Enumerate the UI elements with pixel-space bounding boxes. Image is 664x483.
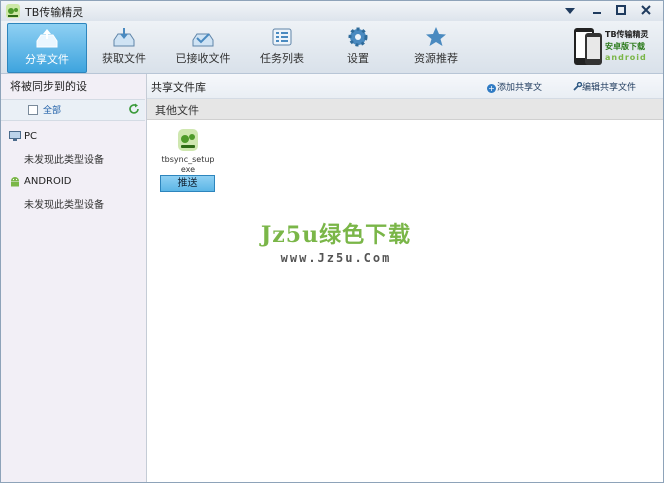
app-window: TB传输精灵 分享文件 获取文件 已接收文件 任务列表 设置 资源推荐 TB传输… xyxy=(0,0,664,483)
android-icon xyxy=(11,177,19,187)
close-button[interactable] xyxy=(638,3,654,19)
group-header[interactable]: ANDROID xyxy=(1,173,146,191)
wrench-icon xyxy=(573,81,583,91)
file-item[interactable]: tbsync_setup exe xyxy=(157,128,219,175)
watermark: Jz5u绿色下载 www.Jz5u.Com xyxy=(246,217,426,265)
tab-get-files[interactable]: 获取文件 xyxy=(93,23,155,71)
list-icon xyxy=(272,28,292,46)
phone-icon xyxy=(574,28,602,65)
pc-icon xyxy=(9,131,21,141)
tab-label: 资源推荐 xyxy=(414,52,458,65)
main-toolbar: 分享文件 获取文件 已接收文件 任务列表 设置 资源推荐 TB传输精灵 安卓版下… xyxy=(1,21,663,74)
section-other-files: 其他文件 xyxy=(147,99,663,120)
plus-icon: + xyxy=(487,84,496,93)
tab-label: 分享文件 xyxy=(25,53,69,66)
maximize-button[interactable] xyxy=(613,3,629,19)
select-all-row: 全部 xyxy=(1,99,145,121)
window-title: TB传输精灵 xyxy=(25,6,84,19)
tab-received-files[interactable]: 已接收文件 xyxy=(167,23,239,71)
section-label: 其他文件 xyxy=(155,104,199,117)
star-icon xyxy=(426,27,446,46)
device-panel-title: 将被同步到的设 xyxy=(10,80,87,93)
device-group-android: ANDROID 未发现此类型设备 xyxy=(1,173,146,213)
share-tray-icon xyxy=(36,29,58,48)
refresh-icon[interactable] xyxy=(128,103,140,115)
download-tray-icon xyxy=(113,28,135,47)
tab-label: 已接收文件 xyxy=(175,52,231,65)
android-download-promo[interactable]: TB传输精灵 安卓版下载 android xyxy=(573,25,661,69)
edit-shared-file-label: 编辑共享文件 xyxy=(582,83,637,93)
file-extension: exe xyxy=(180,165,196,174)
group-label: PC xyxy=(24,131,38,142)
select-all-label[interactable]: 全部 xyxy=(43,103,61,116)
tab-share-files[interactable]: 分享文件 xyxy=(7,23,87,73)
tab-resource-recommend[interactable]: 资源推荐 xyxy=(403,23,469,71)
app-logo-icon xyxy=(6,4,20,18)
device-panel: 将被同步到的设 全部 PC 未发现此类型设备 ANDROID 未发现此类型设备 xyxy=(1,74,147,482)
promo-android: android xyxy=(605,53,647,62)
shared-library-panel: 共享文件库 + 添加共享文 编辑共享文件 其他文件 tbsync_setup ex… xyxy=(147,74,663,482)
tab-label: 获取文件 xyxy=(102,52,146,65)
group-empty-text: 未发现此类型设备 xyxy=(24,200,104,211)
library-header: 共享文件库 + 添加共享文 编辑共享文件 xyxy=(147,74,663,99)
select-all-checkbox[interactable] xyxy=(28,105,38,115)
tab-settings[interactable]: 设置 xyxy=(331,23,385,71)
push-button[interactable]: 推送 xyxy=(160,175,215,192)
triangle-down-icon xyxy=(565,8,575,14)
watermark-main: Jz5u绿色下载 xyxy=(260,222,412,248)
dropdown-menu-button[interactable] xyxy=(562,3,578,19)
library-title: 共享文件库 xyxy=(151,81,206,94)
minimize-button[interactable] xyxy=(589,3,605,19)
title-bar[interactable]: TB传输精灵 xyxy=(1,1,663,21)
promo-title: TB传输精灵 xyxy=(605,30,649,39)
minimize-icon xyxy=(593,12,601,14)
group-label: ANDROID xyxy=(24,176,72,187)
promo-subtitle: 安卓版下载 xyxy=(605,42,645,51)
watermark-url: www.Jz5u.Com xyxy=(280,251,392,265)
file-name: tbsync_setup xyxy=(161,155,215,164)
group-empty-text: 未发现此类型设备 xyxy=(24,155,104,166)
maximize-icon xyxy=(616,5,626,15)
group-header[interactable]: PC xyxy=(1,128,146,146)
add-shared-file-button[interactable]: + 添加共享文 xyxy=(487,80,542,93)
gear-icon xyxy=(348,27,368,47)
android-app-icon xyxy=(178,129,198,151)
add-shared-file-label: 添加共享文 xyxy=(497,83,543,93)
tab-task-list[interactable]: 任务列表 xyxy=(251,23,313,71)
close-icon xyxy=(641,5,651,15)
inbox-tray-icon xyxy=(192,33,214,47)
device-group-pc: PC 未发现此类型设备 xyxy=(1,128,146,168)
tab-label: 任务列表 xyxy=(260,52,304,65)
tab-label: 设置 xyxy=(347,52,369,65)
edit-shared-file-button[interactable]: 编辑共享文件 xyxy=(573,80,636,93)
